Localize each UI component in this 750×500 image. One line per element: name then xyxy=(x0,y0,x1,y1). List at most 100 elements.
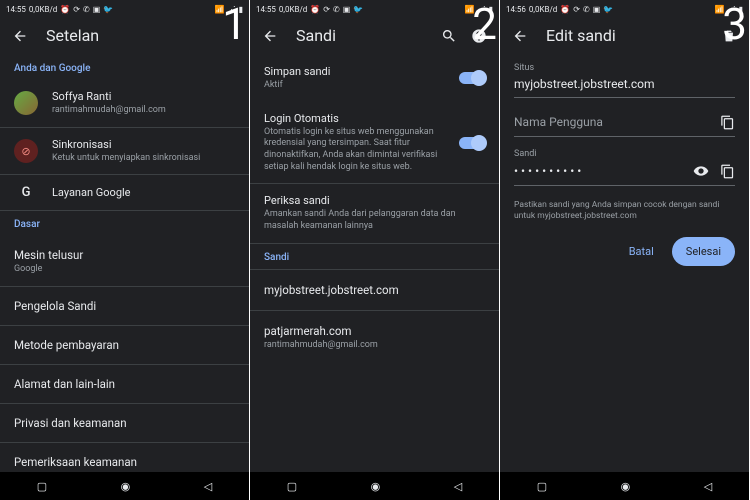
avatar xyxy=(14,91,38,115)
site-row[interactable]: patjarmerah.com rantimahmudah@gmail.com xyxy=(250,310,499,363)
whatsapp-icon: ✆ xyxy=(583,5,590,14)
cancel-button[interactable]: Batal xyxy=(619,237,664,266)
password-hint: Pastikan sandi yang Anda simpan cocok de… xyxy=(500,190,749,223)
check-password-row[interactable]: Periksa sandi Amankan sandi Anda dari pe… xyxy=(250,184,499,243)
search-engine-row[interactable]: Mesin telusur Google xyxy=(0,236,249,287)
page-title: Sandi xyxy=(296,26,423,45)
save-password-toggle[interactable] xyxy=(459,72,485,84)
status-data: 0,0KB/d xyxy=(529,5,557,14)
privacy-row[interactable]: Privasi dan keamanan xyxy=(0,404,249,443)
done-button[interactable]: Selesai xyxy=(672,237,735,266)
app-bar: Edit sandi xyxy=(500,16,749,55)
google-g-icon: G xyxy=(14,185,38,200)
site-account: rantimahmudah@gmail.com xyxy=(264,340,485,350)
app-bar: Sandi xyxy=(250,16,499,55)
status-data: 0,0KB/d xyxy=(279,5,307,14)
whatsapp-icon: ✆ xyxy=(333,5,340,14)
back-icon[interactable] xyxy=(12,28,28,44)
save-password-sub: Aktif xyxy=(264,80,445,92)
back-icon[interactable] xyxy=(262,28,278,44)
whatsapp-icon: ✆ xyxy=(83,5,90,14)
search-engine-label: Mesin telusur xyxy=(14,248,235,262)
check-password-sub: Amankan sandi Anda dari pelanggaran data… xyxy=(264,209,485,232)
site-row[interactable]: myjobstreet.jobstreet.com xyxy=(250,269,499,310)
save-password-label: Simpan sandi xyxy=(264,65,445,78)
search-engine-value: Google xyxy=(14,264,235,274)
sync-status-icon: ⟳ xyxy=(323,5,330,14)
save-password-row[interactable]: Simpan sandi Aktif xyxy=(250,55,499,102)
password-manager-row[interactable]: Pengelola Sandi xyxy=(0,287,249,326)
search-icon[interactable] xyxy=(441,28,457,44)
twitter-icon: 🐦 xyxy=(603,5,613,14)
field-username[interactable]: Nama Pengguna xyxy=(500,102,749,141)
section-you-google: Anda dan Google xyxy=(0,55,249,80)
sync-status-icon: ⟳ xyxy=(573,5,580,14)
status-bar: 14:55 0,0KB/d ⏰ ⟳ ✆ ▣ 🐦 📶 ⋰ ▮ xyxy=(250,0,499,16)
field-password-label: Sandi xyxy=(514,149,735,159)
field-username-placeholder: Nama Pengguna xyxy=(514,115,719,129)
nav-back-icon[interactable]: ◁ xyxy=(704,480,712,493)
auto-login-row[interactable]: Login Otomatis Otomatis login ke situs w… xyxy=(250,102,499,185)
app-bar: Setelan xyxy=(0,16,249,55)
overlay-number: 3 xyxy=(722,2,747,46)
status-time: 14:55 xyxy=(256,5,276,14)
status-time: 14:56 xyxy=(506,5,526,14)
nav-home-icon[interactable]: ◉ xyxy=(371,480,381,493)
sync-status-icon: ⟳ xyxy=(73,5,80,14)
status-data: 0,0KB/d xyxy=(29,5,57,14)
screen-settings: 1 14:55 0,0KB/d ⏰ ⟳ ✆ ▣ 🐦 📶 ⋰ ▮ Setelan … xyxy=(0,0,250,500)
payment-methods-row[interactable]: Metode pembayaran xyxy=(0,326,249,365)
user-name: Soffya Ranti xyxy=(52,90,235,103)
field-password[interactable]: Sandi • • • • • • • • • • xyxy=(500,141,749,190)
copy-icon[interactable] xyxy=(719,163,735,179)
auto-login-sub: Otomatis login ke situs web menggunakan … xyxy=(264,127,445,174)
account-row[interactable]: Soffya Ranti rantimahmudah@gmail.com xyxy=(0,80,249,128)
section-sites: Sandi xyxy=(250,244,499,269)
user-email: rantimahmudah@gmail.com xyxy=(52,105,235,117)
eye-icon[interactable] xyxy=(693,163,709,179)
addresses-row[interactable]: Alamat dan lain-lain xyxy=(0,365,249,404)
google-services-label: Layanan Google xyxy=(52,186,235,199)
screen-edit-password: 3 14:56 0,0KB/d ⏰ ⟳ ✆ ▣ 🐦 📶 ⋰ ▮ Edit san… xyxy=(500,0,750,500)
sync-sub: Ketuk untuk menyiapkan sinkronisasi xyxy=(52,153,235,165)
screen-passwords: 2 14:55 0,0KB/d ⏰ ⟳ ✆ ▣ 🐦 📶 ⋰ ▮ Sandi Si… xyxy=(250,0,500,500)
status-bar: 14:56 0,0KB/d ⏰ ⟳ ✆ ▣ 🐦 📶 ⋰ ▮ xyxy=(500,0,749,16)
google-services-row[interactable]: G Layanan Google xyxy=(0,175,249,211)
sync-row[interactable]: ⊘ Sinkronisasi Ketuk untuk menyiapkan si… xyxy=(0,128,249,176)
status-time: 14:55 xyxy=(6,5,26,14)
sync-off-icon: ⊘ xyxy=(14,139,38,163)
nav-recent-icon[interactable]: ▢ xyxy=(537,480,547,493)
nav-home-icon[interactable]: ◉ xyxy=(121,480,131,493)
site-domain: myjobstreet.jobstreet.com xyxy=(264,283,485,297)
image-icon: ▣ xyxy=(93,5,101,14)
sync-title: Sinkronisasi xyxy=(52,138,235,151)
nav-bar: ▢ ◉ ◁ xyxy=(0,472,249,500)
field-site: Situs myjobstreet.jobstreet.com xyxy=(500,55,749,102)
nav-back-icon[interactable]: ◁ xyxy=(204,480,212,493)
copy-icon[interactable] xyxy=(719,114,735,130)
section-basics: Dasar xyxy=(0,211,249,236)
overlay-number: 2 xyxy=(472,2,497,46)
field-site-label: Situs xyxy=(514,63,735,73)
alarm-icon: ⏰ xyxy=(560,5,570,14)
nav-recent-icon[interactable]: ▢ xyxy=(37,480,47,493)
alarm-icon: ⏰ xyxy=(60,5,70,14)
nav-home-icon[interactable]: ◉ xyxy=(621,480,631,493)
back-icon[interactable] xyxy=(512,28,528,44)
nav-recent-icon[interactable]: ▢ xyxy=(287,480,297,493)
image-icon: ▣ xyxy=(593,5,601,14)
twitter-icon: 🐦 xyxy=(103,5,113,14)
image-icon: ▣ xyxy=(343,5,351,14)
auto-login-toggle[interactable] xyxy=(459,137,485,149)
nav-bar: ▢ ◉ ◁ xyxy=(500,472,749,500)
twitter-icon: 🐦 xyxy=(353,5,363,14)
site-domain: patjarmerah.com xyxy=(264,324,485,338)
alarm-icon: ⏰ xyxy=(310,5,320,14)
button-row: Batal Selesai xyxy=(500,223,749,266)
field-site-value: myjobstreet.jobstreet.com xyxy=(514,77,735,91)
nav-back-icon[interactable]: ◁ xyxy=(454,480,462,493)
overlay-number: 1 xyxy=(222,2,247,46)
page-title: Setelan xyxy=(46,26,237,45)
status-bar: 14:55 0,0KB/d ⏰ ⟳ ✆ ▣ 🐦 📶 ⋰ ▮ xyxy=(0,0,249,16)
auto-login-label: Login Otomatis xyxy=(264,112,445,125)
